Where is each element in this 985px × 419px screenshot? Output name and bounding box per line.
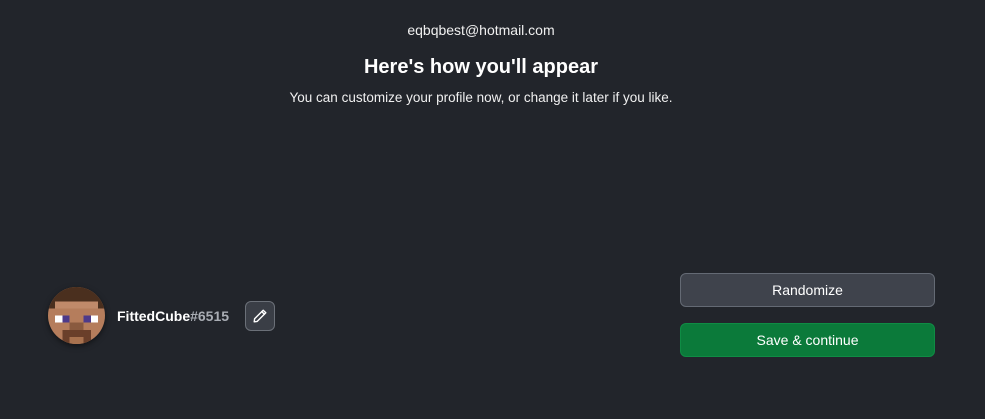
edit-profile-button[interactable] xyxy=(245,300,276,331)
profile-preview: FittedCube #6515 xyxy=(48,287,276,344)
user-tag: #6515 xyxy=(190,307,230,324)
minecraft-steve-face-icon xyxy=(48,287,105,344)
account-email: eqbqbest@hotmail.com xyxy=(407,22,555,38)
username: FittedCube xyxy=(117,307,191,324)
save-continue-button[interactable]: Save & continue xyxy=(680,323,935,357)
pencil-icon xyxy=(253,309,267,322)
randomize-button[interactable]: Randomize xyxy=(680,273,935,307)
page-subtitle: You can customize your profile now, or c… xyxy=(289,90,673,105)
profile-name: FittedCube #6515 xyxy=(117,308,229,324)
avatar xyxy=(48,287,105,344)
page-title: Here's how you'll appear xyxy=(363,56,599,78)
